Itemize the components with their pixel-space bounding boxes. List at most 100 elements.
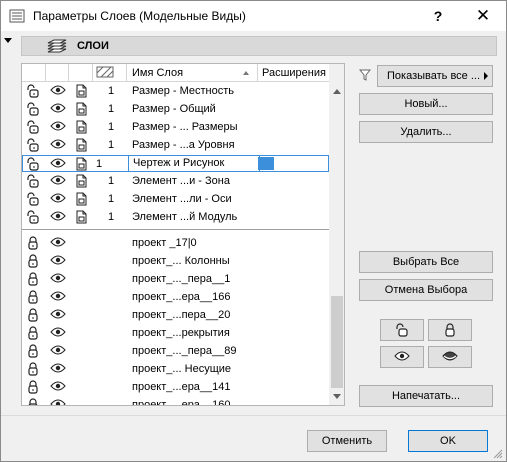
help-button[interactable]: ? <box>415 1 461 31</box>
layer-row[interactable]: 1 Элемент ...и - Зона <box>22 173 329 190</box>
eye-icon[interactable] <box>50 84 66 98</box>
hatch-icon <box>96 66 114 78</box>
print-button[interactable]: Напечатать... <box>359 385 493 407</box>
lock-icon[interactable] <box>26 380 40 394</box>
lock-icon[interactable] <box>26 308 40 322</box>
column-header-name[interactable]: Имя Слоя <box>132 67 183 79</box>
layer-row[interactable]: 1 Размер - ... Размеры <box>22 119 329 136</box>
layer-name: проект_...рекрытия <box>132 327 230 339</box>
layer-name: проект_...ера__160 <box>132 399 231 406</box>
eye-icon[interactable] <box>50 138 66 152</box>
layer-row[interactable]: проект_...пера__20 <box>22 307 329 324</box>
lock-icon[interactable] <box>26 344 40 358</box>
new-layer-button[interactable]: Новый... <box>359 93 493 115</box>
lock-icon[interactable] <box>26 290 40 304</box>
unlock-icon[interactable] <box>26 210 40 224</box>
deselect-button[interactable]: Отмена Выбора <box>359 279 493 301</box>
unlock-icon[interactable] <box>26 120 40 134</box>
column-header-extension[interactable]: Расширения <box>262 67 326 79</box>
unlock-icon[interactable] <box>26 157 40 171</box>
collapse-arrow-icon[interactable] <box>4 38 12 43</box>
scroll-up-icon[interactable] <box>333 89 341 94</box>
lock-button[interactable] <box>428 319 472 341</box>
document-icon[interactable] <box>74 102 88 116</box>
select-all-button[interactable]: Выбрать Все <box>359 251 493 273</box>
document-icon[interactable] <box>74 84 88 98</box>
eye-icon[interactable] <box>50 380 66 394</box>
layer-name: проект_... Колонны <box>132 255 230 267</box>
lock-icon[interactable] <box>26 326 40 340</box>
extension-cell[interactable] <box>258 157 274 170</box>
lock-icon[interactable] <box>26 398 40 405</box>
layer-row[interactable]: проект_...ера__141 <box>22 379 329 396</box>
lock-icon[interactable] <box>26 236 40 250</box>
unlock-icon[interactable] <box>26 84 40 98</box>
layer-number: 1 <box>108 211 115 223</box>
layer-row[interactable]: 1 Чертеж и Рисунок <box>22 155 329 172</box>
eye-icon[interactable] <box>50 362 66 376</box>
eye-icon[interactable] <box>50 157 66 171</box>
close-button[interactable]: ✕ <box>460 1 506 31</box>
document-icon[interactable] <box>74 174 88 188</box>
eye-icon[interactable] <box>50 290 66 304</box>
eye-icon[interactable] <box>50 120 66 134</box>
layer-row[interactable]: 1 Размер - Местность <box>22 83 329 100</box>
show-button[interactable] <box>380 346 424 368</box>
unlock-icon[interactable] <box>26 192 40 206</box>
hide-button[interactable] <box>428 346 472 368</box>
document-icon[interactable] <box>74 120 88 134</box>
layer-number: 1 <box>96 158 103 170</box>
layer-row[interactable]: 1 Элемент ...ли - Оси <box>22 191 329 208</box>
unlock-icon[interactable] <box>26 174 40 188</box>
layer-name: Размер - Местность <box>132 85 234 97</box>
layer-row[interactable]: проект_..._пера__89 <box>22 343 329 360</box>
layer-row[interactable]: 1 Размер - ...а Уровня <box>22 137 329 154</box>
eye-icon[interactable] <box>50 308 66 322</box>
lock-icon[interactable] <box>26 254 40 268</box>
eye-icon[interactable] <box>50 326 66 340</box>
ok-button[interactable]: OK <box>408 430 488 452</box>
scroll-down-icon[interactable] <box>333 394 341 399</box>
list-scrollbar[interactable] <box>329 64 344 405</box>
scroll-thumb[interactable] <box>331 296 343 388</box>
eye-icon[interactable] <box>50 236 66 250</box>
lock-icon <box>445 323 455 337</box>
layer-name: Размер - Общий <box>132 103 216 115</box>
eye-icon[interactable] <box>50 102 66 116</box>
layer-row[interactable]: проект_...ера__160 <box>22 397 329 406</box>
layer-row[interactable]: проект_... Несущие <box>22 361 329 378</box>
unlock-icon[interactable] <box>26 138 40 152</box>
lock-icon[interactable] <box>26 272 40 286</box>
eye-icon[interactable] <box>50 344 66 358</box>
eye-icon[interactable] <box>50 210 66 224</box>
lock-icon[interactable] <box>26 362 40 376</box>
layer-row[interactable]: проект_..._пера__1 <box>22 271 329 288</box>
layer-name-editor[interactable]: Чертеж и Рисунок <box>128 155 260 172</box>
eye-icon[interactable] <box>50 192 66 206</box>
eye-icon[interactable] <box>50 398 66 405</box>
document-icon[interactable] <box>74 192 88 206</box>
layer-number: 1 <box>108 121 115 133</box>
layer-row[interactable]: проект_...рекрытия <box>22 325 329 342</box>
eye-icon[interactable] <box>50 174 66 188</box>
eye-icon <box>394 351 410 361</box>
document-icon[interactable] <box>74 157 88 171</box>
unlock-icon[interactable] <box>26 102 40 116</box>
unlock-button[interactable] <box>380 319 424 341</box>
title-bar: Параметры Слоев (Модельные Виды) ? ✕ <box>1 1 506 31</box>
layer-row[interactable]: 1 Размер - Общий <box>22 101 329 118</box>
document-icon[interactable] <box>74 210 88 224</box>
layer-row[interactable]: проект_...ера__166 <box>22 289 329 306</box>
layer-row[interactable]: проект_... Колонны <box>22 253 329 270</box>
layer-row[interactable]: проект _17|0 <box>22 235 329 252</box>
delete-layer-button[interactable]: Удалить... <box>359 121 493 143</box>
eye-icon[interactable] <box>50 272 66 286</box>
document-icon[interactable] <box>74 138 88 152</box>
layer-row[interactable]: 1 Элемент ...й Модуль <box>22 209 329 226</box>
resize-grip-icon[interactable] <box>493 449 503 459</box>
cancel-button[interactable]: Отменить <box>307 430 387 452</box>
layer-name: проект_...пера__20 <box>132 309 231 321</box>
layer-name: Элемент ...ли - Оси <box>132 193 232 205</box>
show-all-dropdown[interactable]: Показывать все ... <box>377 65 493 87</box>
eye-icon[interactable] <box>50 254 66 268</box>
